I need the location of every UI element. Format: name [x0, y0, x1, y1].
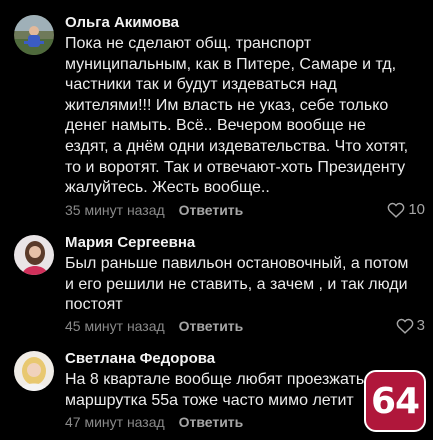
- like-count: 10: [408, 201, 425, 218]
- comment-meta: 35 минут назад Ответить 10: [65, 200, 433, 220]
- heart-icon: [387, 202, 405, 218]
- comment-meta: 45 минут назад Ответить 3: [65, 316, 433, 336]
- avatar[interactable]: [14, 235, 54, 275]
- reply-button[interactable]: Ответить: [179, 412, 244, 432]
- avatar[interactable]: [14, 351, 54, 391]
- comment-time: 35 минут назад: [65, 202, 165, 218]
- comment-content: Мария Сергеевна Был раньше павильон оста…: [65, 234, 425, 316]
- comment-author[interactable]: Мария Сергеевна: [65, 234, 425, 252]
- comment-time: 47 минут назад: [65, 414, 165, 430]
- brand-logo-badge: 64: [364, 370, 426, 432]
- comment-author[interactable]: Ольга Акимова: [65, 14, 425, 32]
- comment-time: 45 минут назад: [65, 318, 165, 334]
- like-button[interactable]: 3: [396, 316, 425, 336]
- comment-text: Пока не сделают общ. транспорт муниципал…: [65, 35, 409, 197]
- reply-button[interactable]: Ответить: [179, 316, 244, 336]
- like-count: 3: [416, 317, 425, 334]
- reply-button[interactable]: Ответить: [179, 200, 244, 220]
- like-button[interactable]: 10: [387, 200, 425, 220]
- comment-author[interactable]: Светлана Федорова: [65, 350, 425, 368]
- comment-text: Был раньше павильон остановочный, а пото…: [65, 255, 409, 314]
- heart-icon: [396, 318, 414, 334]
- avatar[interactable]: [14, 15, 54, 55]
- comment-content: Ольга Акимова Пока не сделают общ. транс…: [65, 14, 425, 199]
